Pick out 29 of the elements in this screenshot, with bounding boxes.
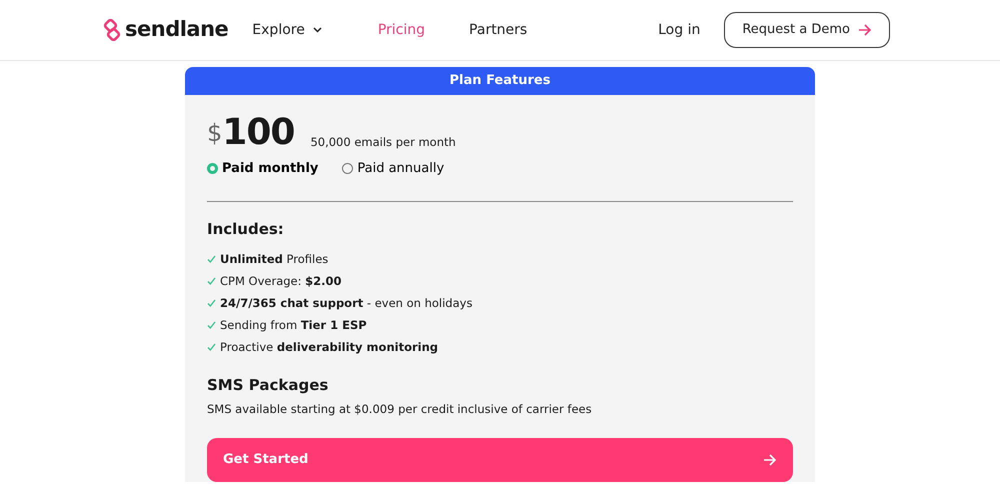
logo-icon [103, 19, 121, 41]
check-icon [207, 299, 216, 307]
check-icon [207, 343, 216, 351]
chevron-down-icon [312, 27, 322, 33]
billing-option[interactable]: Paid monthly [207, 159, 318, 178]
currency-symbol: $ [207, 118, 222, 149]
login-link[interactable]: Log in [658, 20, 700, 40]
nav-link[interactable]: Pricing [378, 20, 426, 40]
feature-text: 24/7/365 chat support - even on holidays [220, 295, 472, 312]
request-demo-button[interactable]: Request a Demo [724, 12, 890, 48]
price: 100 [222, 115, 294, 151]
logo-text: sendlane [125, 16, 228, 44]
nav-link[interactable]: Explore [252, 20, 322, 40]
email-volume: 50,000 emails per month [310, 134, 456, 151]
feature-text: Proactive deliverability monitoring [220, 339, 438, 356]
feature-text: Unlimited Profiles [220, 251, 328, 268]
check-icon [207, 321, 216, 329]
feature-text: CPM Overage: $2.00 [220, 273, 342, 290]
plan-title: Plan Features [185, 67, 815, 95]
sms-heading: SMS Packages [207, 375, 330, 396]
nav-link[interactable]: Partners [469, 20, 528, 40]
arrow-icon [763, 454, 777, 466]
check-icon [207, 255, 216, 263]
sms-description: SMS available starting at $0.009 per credit inclusive of carrier fees [207, 400, 593, 418]
includes-heading: Includes: [207, 218, 285, 240]
check-icon [207, 277, 216, 285]
billing-option[interactable]: Paid annually [342, 159, 444, 178]
arrow-icon [858, 24, 872, 36]
feature-text: Sending from Tier 1 ESP [220, 317, 367, 334]
